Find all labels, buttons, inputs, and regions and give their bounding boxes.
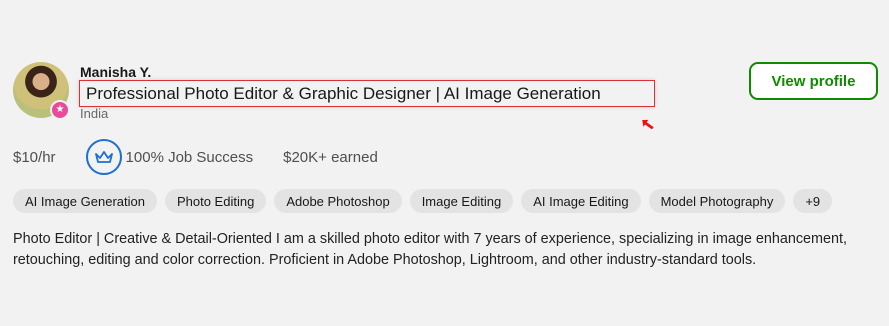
freelancer-name[interactable]: Manisha Y.: [80, 64, 151, 80]
freelancer-title[interactable]: Professional Photo Editor & Graphic Desi…: [86, 84, 601, 104]
skill-chip[interactable]: Image Editing: [409, 189, 514, 213]
skill-chip[interactable]: Photo Editing: [164, 189, 267, 213]
profile-description: Photo Editor | Creative & Detail-Oriente…: [13, 231, 848, 268]
stats-row: $10/hr 100% Job Success $20K+ earned: [13, 138, 378, 176]
cursor-arrow-icon: [642, 119, 654, 130]
crown-icon: [85, 139, 122, 175]
freelancer-card[interactable]: ★ Manisha Y. Professional Photo Editor &…: [0, 0, 889, 326]
skill-chip[interactable]: AI Image Generation: [13, 189, 157, 213]
skill-chip[interactable]: Adobe Photoshop: [274, 189, 402, 213]
view-profile-button[interactable]: View profile: [749, 62, 878, 100]
skill-chip[interactable]: AI Image Editing: [521, 189, 641, 213]
skill-chip[interactable]: Model Photography: [648, 189, 786, 213]
hourly-rate: $10/hr: [13, 148, 56, 166]
total-earned: $20K+ earned: [283, 148, 378, 166]
job-success: 100% Job Success: [125, 148, 254, 166]
avatar[interactable]: ★: [13, 62, 70, 120]
skills-list: AI Image Generation Photo Editing Adobe …: [13, 189, 833, 213]
more-skills-chip[interactable]: +9: [793, 189, 833, 213]
star-badge-icon: ★: [50, 100, 70, 120]
location-text: India: [80, 106, 109, 121]
title-highlight-box: Professional Photo Editor & Graphic Desi…: [79, 80, 655, 107]
